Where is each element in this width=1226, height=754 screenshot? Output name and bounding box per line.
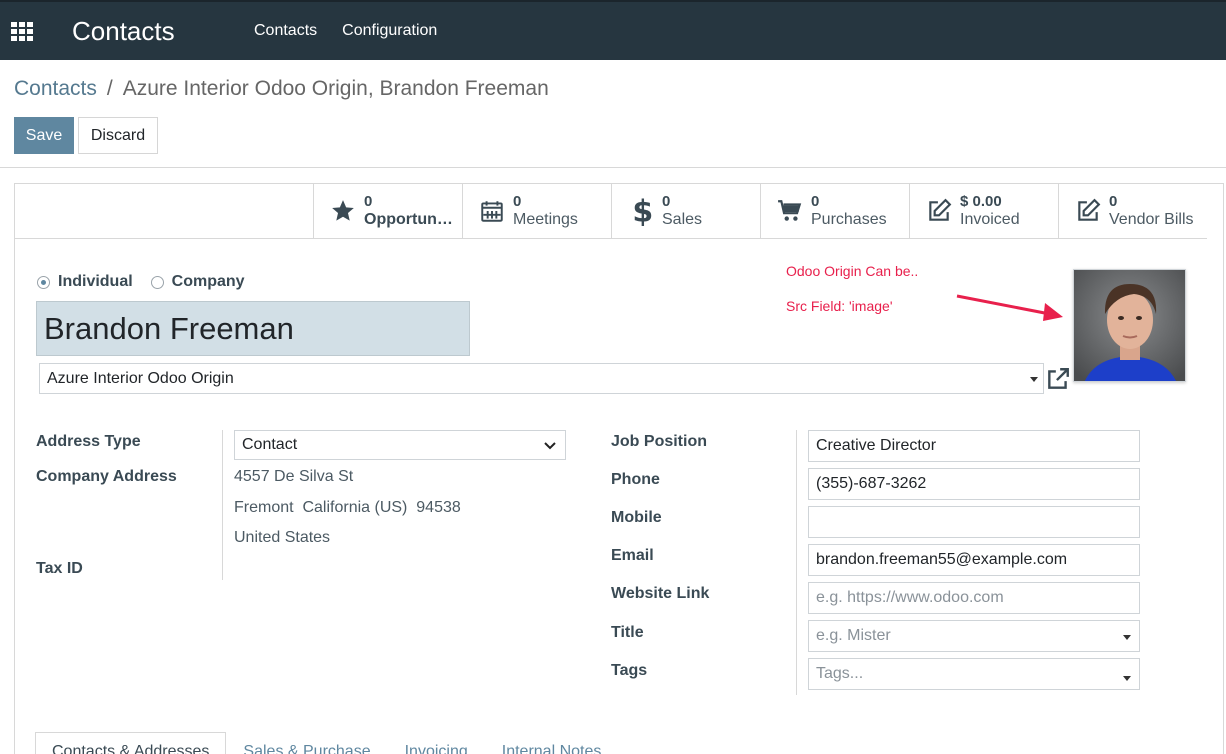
annotation-text: Src Field: 'image' xyxy=(786,298,893,314)
calendar-icon xyxy=(477,196,507,226)
tags-label: Tags xyxy=(611,662,648,679)
radio-label: Individual xyxy=(58,273,133,290)
parent-company-value: Azure Interior Odoo Origin xyxy=(47,370,234,387)
parent-company-select[interactable]: Azure Interior Odoo Origin xyxy=(39,363,1044,394)
star-icon xyxy=(328,196,358,226)
arrow-icon xyxy=(956,294,1063,321)
stat-label: Purchases xyxy=(811,211,887,228)
radio-unchecked-icon xyxy=(150,275,164,289)
caret-down-icon xyxy=(1030,377,1038,382)
title-placeholder: e.g. Mister xyxy=(816,627,891,644)
radio-individual[interactable]: Individual xyxy=(37,273,133,291)
website-label: Website Link xyxy=(611,585,710,602)
save-button[interactable]: Save xyxy=(14,117,74,154)
menu-item-configuration[interactable]: Configuration xyxy=(342,22,437,40)
stat-value: 0 xyxy=(364,193,373,210)
radio-label: Company xyxy=(171,273,245,290)
title-label: Title xyxy=(611,624,644,641)
address-type-select[interactable]: Contact xyxy=(234,430,566,460)
tab-internal-notes[interactable]: Internal Notes xyxy=(485,732,619,754)
radio-company[interactable]: Company xyxy=(150,273,245,291)
external-link-icon[interactable] xyxy=(1045,366,1071,392)
job-position-label: Job Position xyxy=(611,433,707,450)
purchases-stat-button[interactable]: 0 Purchases xyxy=(760,184,909,238)
address-type-value: Contact xyxy=(242,436,298,453)
breadcrumb: Contacts / Azure Interior Odoo Origin, B… xyxy=(14,77,549,101)
breadcrumb-current: Azure Interior Odoo Origin, Brandon Free… xyxy=(122,77,549,100)
email-input[interactable]: brandon.freeman55@example.com xyxy=(808,544,1140,576)
top-navbar: Contacts Contacts Configuration xyxy=(0,0,1226,60)
mobile-input[interactable] xyxy=(808,506,1140,538)
notebook-tabs: Contacts & Addresses Sales & Purchase In… xyxy=(35,732,618,754)
field-divider xyxy=(222,430,223,580)
tags-placeholder: Tags... xyxy=(816,665,864,682)
email-label: Email xyxy=(611,547,654,564)
invoiced-stat-button[interactable]: $ 0.00 Invoiced xyxy=(909,184,1058,238)
tax-id-label: Tax ID xyxy=(36,560,83,577)
control-panel: Contacts / Azure Interior Odoo Origin, B… xyxy=(0,60,1226,168)
job-position-input[interactable]: Creative Director xyxy=(808,430,1140,462)
breadcrumb-separator: / xyxy=(106,77,113,100)
radio-checked-icon xyxy=(37,275,50,289)
company-type-radio-group: Individual Company xyxy=(37,273,245,291)
sales-stat-button[interactable]: $ 0 Sales xyxy=(611,184,760,238)
stat-label: Meetings xyxy=(513,211,578,228)
caret-down-icon xyxy=(1123,635,1131,640)
stat-label: Opportunit... xyxy=(364,211,456,228)
stat-value: 0 xyxy=(662,193,671,210)
edit-icon xyxy=(924,196,954,226)
annotation-text: Odoo Origin Can be.. xyxy=(786,263,919,279)
stat-value: 0 xyxy=(513,193,522,210)
tab-invoicing[interactable]: Invoicing xyxy=(388,732,485,754)
company-address-label: Company Address xyxy=(36,468,177,485)
stat-value: 0 xyxy=(811,193,820,210)
title-select[interactable]: e.g. Mister xyxy=(808,620,1140,652)
stat-label: Sales xyxy=(662,211,703,228)
app-title: Contacts xyxy=(72,16,175,46)
svg-text:$: $ xyxy=(632,196,653,226)
address-city-line: Fremont California (US) 94538 xyxy=(234,499,461,516)
form-sheet: 0 Opportunit... 0 Meetings $ 0 Sales 0 P… xyxy=(14,183,1224,754)
field-divider xyxy=(796,430,797,695)
tab-sales-purchase[interactable]: Sales & Purchase xyxy=(226,732,387,754)
button-box-divider xyxy=(15,238,315,239)
discard-button[interactable]: Discard xyxy=(78,117,158,154)
phone-input[interactable]: (355)-687-3262 xyxy=(808,468,1140,500)
vendor-bills-stat-button[interactable]: 0 Vendor Bills xyxy=(1058,184,1207,238)
website-input[interactable]: e.g. https://www.odoo.com xyxy=(808,582,1140,614)
contact-name-input[interactable]: Brandon Freeman xyxy=(36,301,470,356)
address-country: United States xyxy=(234,529,331,546)
chevron-down-icon xyxy=(544,442,556,450)
mobile-label: Mobile xyxy=(611,509,662,526)
stat-value: 0 xyxy=(1109,193,1118,210)
address-street: 4557 De Silva St xyxy=(234,468,354,485)
main-menu: Contacts Configuration xyxy=(254,22,437,40)
meetings-stat-button[interactable]: 0 Meetings xyxy=(462,184,611,238)
avatar-portrait-icon xyxy=(1074,270,1185,381)
cart-icon xyxy=(775,196,805,226)
caret-down-icon xyxy=(1123,676,1131,681)
opportunities-stat-button[interactable]: 0 Opportunit... xyxy=(313,184,462,238)
dollar-icon: $ xyxy=(626,196,656,226)
apps-grid-icon[interactable] xyxy=(10,21,34,41)
edit-icon xyxy=(1073,196,1103,226)
tab-contacts-addresses[interactable]: Contacts & Addresses xyxy=(35,732,227,754)
phone-label: Phone xyxy=(611,471,660,488)
menu-item-contacts[interactable]: Contacts xyxy=(254,22,317,40)
address-type-label: Address Type xyxy=(36,433,141,450)
breadcrumb-contacts-link[interactable]: Contacts xyxy=(14,77,97,101)
stat-label: Invoiced xyxy=(960,211,1020,228)
stat-value: $ 0.00 xyxy=(960,193,1002,210)
tags-input[interactable]: Tags... xyxy=(808,658,1140,690)
contact-avatar[interactable] xyxy=(1073,269,1186,382)
stat-label: Vendor Bills xyxy=(1109,211,1194,228)
smart-button-box: 0 Opportunit... 0 Meetings $ 0 Sales 0 P… xyxy=(313,184,1207,239)
